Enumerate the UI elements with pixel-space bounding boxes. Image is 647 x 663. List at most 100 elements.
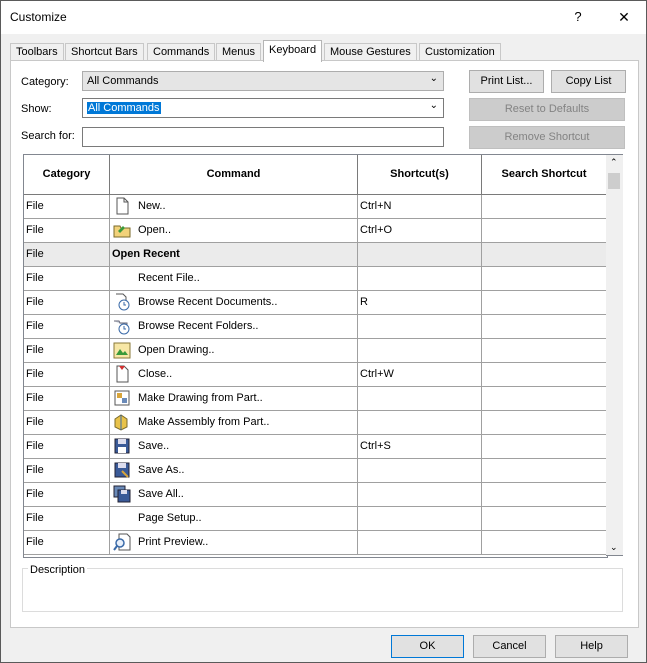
cell-category: File [24,243,110,266]
column-header-command[interactable]: Command [110,155,358,194]
remove-shortcut-button[interactable]: Remove Shortcut [469,126,625,149]
cell-search-shortcut[interactable] [482,459,607,482]
table-row[interactable]: File Save.. Ctrl+S [24,435,607,459]
table-row[interactable]: File New.. Ctrl+N [24,195,607,219]
tab-shortcut-bars[interactable]: Shortcut Bars [65,43,144,61]
cell-shortcut[interactable] [358,483,482,506]
tab-toolbars[interactable]: Toolbars [10,43,64,61]
table-row[interactable]: File Recent File.. [24,267,607,291]
tab-customization[interactable]: Customization [419,43,501,61]
table-row[interactable]: File Page Setup.. [24,507,607,531]
cell-shortcut[interactable] [358,411,482,434]
table-row[interactable]: File Print Preview.. [24,531,607,555]
scroll-thumb[interactable] [608,173,620,189]
cell-search-shortcut[interactable] [482,291,607,314]
table-row[interactable]: File Open Drawing.. [24,339,607,363]
cell-shortcut[interactable] [358,507,482,530]
cell-shortcut[interactable] [358,387,482,410]
cell-category: File [24,267,110,290]
category-dropdown[interactable]: All Commands ⌄ [82,71,444,91]
cell-search-shortcut[interactable] [482,507,607,530]
cell-shortcut[interactable] [358,267,482,290]
cell-command: Open.. [110,219,358,242]
cell-category: File [24,339,110,362]
table-row[interactable]: File Close.. Ctrl+W [24,363,607,387]
scroll-up-icon[interactable]: ⌃ [610,157,618,168]
column-header-shortcuts[interactable]: Shortcut(s) [358,155,482,194]
cell-command: Make Assembly from Part.. [110,411,358,434]
command-label: Recent File.. [138,272,200,284]
table-row[interactable]: File Browse Recent Folders.. [24,315,607,339]
column-header-category[interactable]: Category [24,155,110,194]
cell-shortcut[interactable] [358,315,482,338]
copy-list-button[interactable]: Copy List [551,70,626,93]
search-label: Search for: [21,130,75,142]
search-input[interactable] [82,127,444,147]
command-label: New.. [138,200,166,212]
cell-command: Open Recent [110,243,358,266]
cell-search-shortcut[interactable] [482,267,607,290]
table-row[interactable]: File Browse Recent Documents.. R [24,291,607,315]
show-label: Show: [21,103,52,115]
cell-category: File [24,483,110,506]
ok-button[interactable]: OK [391,635,464,658]
table-row[interactable]: File Save All.. [24,483,607,507]
reset-to-defaults-button[interactable]: Reset to Defaults [469,98,625,121]
cell-category: File [24,363,110,386]
show-value: All Commands [87,102,161,114]
cell-search-shortcut[interactable] [482,435,607,458]
table-row[interactable]: File Open.. Ctrl+O [24,219,607,243]
cell-search-shortcut[interactable] [482,531,607,554]
cell-shortcut[interactable]: R [358,291,482,314]
cell-search-shortcut[interactable] [482,387,607,410]
tab-mouse-gestures[interactable]: Mouse Gestures [324,43,417,61]
cell-shortcut[interactable]: Ctrl+O [358,219,482,242]
close-document-icon [113,365,131,383]
cell-command: Page Setup.. [110,507,358,530]
close-icon[interactable]: ✕ [610,7,638,27]
cell-search-shortcut[interactable] [482,219,607,242]
cell-category: File [24,459,110,482]
help-icon[interactable]: ? [564,7,592,27]
customize-dialog: Customize ? ✕ Toolbars Shortcut Bars Com… [0,0,647,663]
cell-shortcut[interactable] [358,243,482,266]
command-label: Open Drawing.. [138,344,215,356]
command-label: Save.. [138,440,170,452]
recent-documents-icon [113,293,131,311]
table-row[interactable]: File Make Assembly from Part.. [24,411,607,435]
cell-command: Browse Recent Documents.. [110,291,358,314]
cell-category: File [24,291,110,314]
help-button[interactable]: Help [555,635,628,658]
recent-folders-icon [113,317,131,335]
cell-shortcut[interactable] [358,459,482,482]
category-value: All Commands [87,75,159,87]
cell-search-shortcut[interactable] [482,195,607,218]
table-group-row[interactable]: File Open Recent [24,243,607,267]
show-dropdown[interactable]: All Commands ⌄ [82,98,444,118]
description-label: Description [28,564,88,576]
tab-menus[interactable]: Menus [216,43,262,61]
cell-shortcut[interactable] [358,339,482,362]
cell-shortcut[interactable]: Ctrl+W [358,363,482,386]
table-row[interactable]: File Save As.. [24,459,607,483]
cell-search-shortcut[interactable] [482,483,607,506]
cell-shortcut[interactable]: Ctrl+S [358,435,482,458]
cell-search-shortcut[interactable] [482,411,607,434]
cell-shortcut[interactable] [358,531,482,554]
cell-search-shortcut[interactable] [482,243,607,266]
tab-commands[interactable]: Commands [147,43,216,61]
cell-search-shortcut[interactable] [482,339,607,362]
tab-keyboard[interactable]: Keyboard [263,40,323,62]
cell-search-shortcut[interactable] [482,363,607,386]
print-list-button[interactable]: Print List... [469,70,544,93]
column-header-search-shortcut[interactable]: Search Shortcut [482,155,607,194]
cancel-button[interactable]: Cancel [473,635,546,658]
vertical-scrollbar[interactable]: ⌃ ⌄ [606,154,623,556]
table-header: Category Command Shortcut(s) Search Shor… [24,155,607,195]
cell-shortcut[interactable]: Ctrl+N [358,195,482,218]
cell-category: File [24,507,110,530]
cell-command: Save As.. [110,459,358,482]
cell-search-shortcut[interactable] [482,315,607,338]
table-row[interactable]: File Make Drawing from Part.. [24,387,607,411]
scroll-down-icon[interactable]: ⌄ [610,542,618,553]
